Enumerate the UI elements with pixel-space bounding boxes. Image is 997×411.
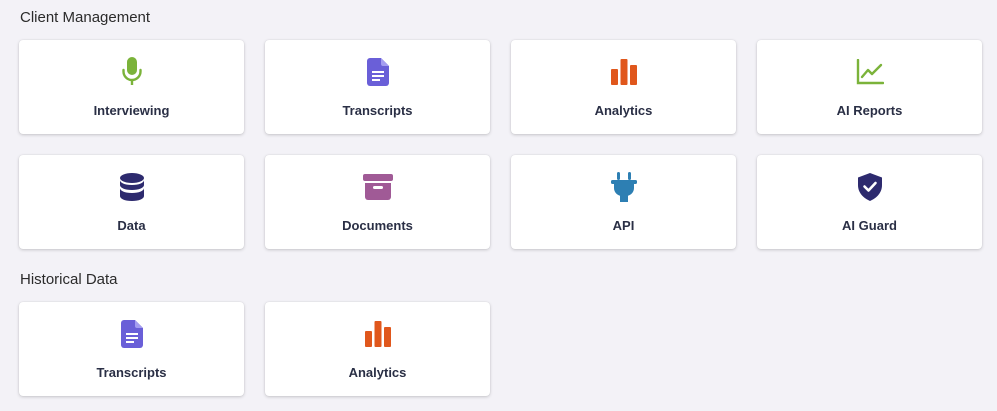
tile-label: AI Guard bbox=[842, 218, 897, 233]
tile-historical-transcripts[interactable]: Transcripts bbox=[19, 302, 244, 396]
bar-chart-icon bbox=[363, 319, 393, 349]
section-title: Historical Data bbox=[20, 271, 118, 288]
tile-label: Transcripts bbox=[342, 103, 413, 118]
plug-icon bbox=[609, 172, 639, 202]
bar-chart-icon bbox=[609, 57, 639, 87]
tile-label: Data bbox=[117, 218, 146, 233]
archive-box-icon bbox=[362, 172, 393, 202]
section-title: Client Management bbox=[20, 9, 151, 26]
document-icon bbox=[117, 319, 147, 349]
tile-ai-guard[interactable]: AI Guard bbox=[757, 155, 982, 249]
database-icon bbox=[117, 172, 147, 202]
tile-grid: Interviewing Transcripts Analytics AI Re… bbox=[19, 40, 982, 249]
tile-label: Documents bbox=[342, 218, 413, 233]
tile-documents[interactable]: Documents bbox=[265, 155, 490, 249]
tile-analytics[interactable]: Analytics bbox=[511, 40, 736, 134]
tile-label: Transcripts bbox=[96, 365, 167, 380]
tile-transcripts[interactable]: Transcripts bbox=[265, 40, 490, 134]
tile-label: Analytics bbox=[348, 365, 407, 380]
line-chart-icon bbox=[855, 57, 885, 87]
tile-historical-analytics[interactable]: Analytics bbox=[265, 302, 490, 396]
tile-label: Interviewing bbox=[93, 103, 170, 118]
tile-ai-reports[interactable]: AI Reports bbox=[757, 40, 982, 134]
shield-check-icon bbox=[855, 172, 885, 202]
tile-api[interactable]: API bbox=[511, 155, 736, 249]
document-icon bbox=[363, 57, 393, 87]
tile-label: AI Reports bbox=[836, 103, 903, 118]
tile-data[interactable]: Data bbox=[19, 155, 244, 249]
tile-label: Analytics bbox=[594, 103, 653, 118]
microphone-icon bbox=[117, 57, 147, 87]
tile-label: API bbox=[612, 218, 635, 233]
tile-interviewing[interactable]: Interviewing bbox=[19, 40, 244, 134]
tile-grid: Transcripts Analytics bbox=[19, 302, 982, 396]
